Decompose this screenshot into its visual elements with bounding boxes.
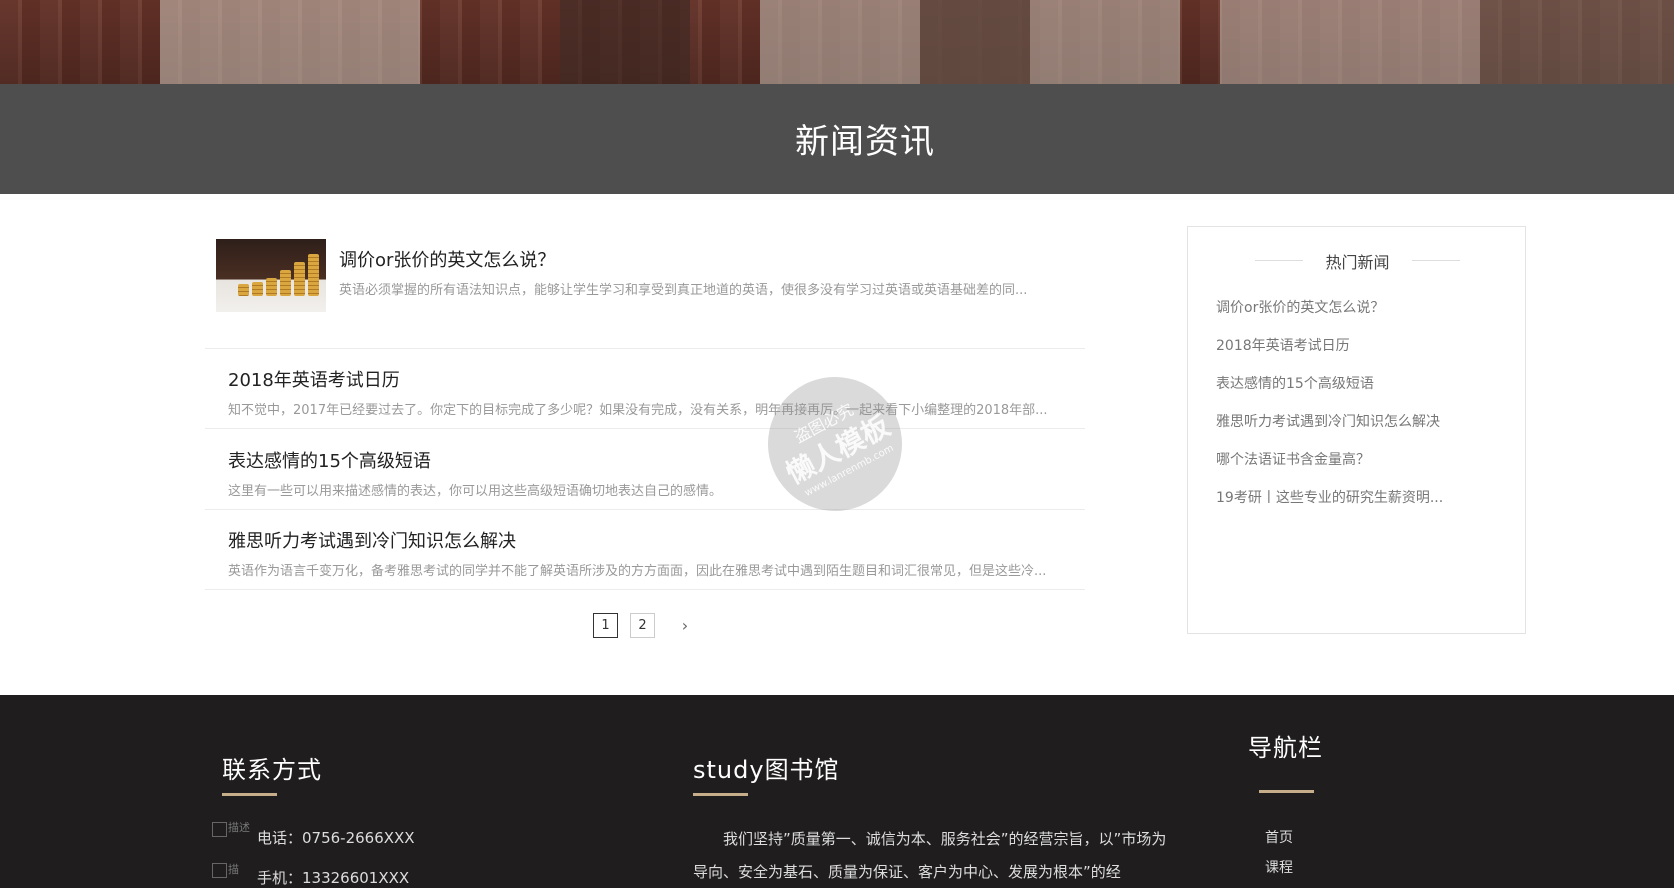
next-page-icon[interactable]: › bbox=[675, 613, 695, 638]
hot-news-item[interactable]: 2018年英语考试日历 bbox=[1216, 333, 1446, 360]
nav-heading: 导航栏 bbox=[1248, 734, 1323, 762]
contact-phone: 电话：0756-2666XXX bbox=[257, 829, 415, 847]
icon-alt-text: 描述 bbox=[228, 821, 250, 834]
heading-underline bbox=[222, 793, 277, 796]
divider bbox=[1412, 260, 1460, 261]
heading-underline bbox=[1259, 790, 1314, 793]
heading-underline bbox=[693, 793, 748, 796]
news-title[interactable]: 表达感情的15个高级短语 bbox=[228, 447, 431, 473]
hot-news-item[interactable]: 调价or张价的英文怎么说？ bbox=[1216, 295, 1446, 322]
news-thumbnail[interactable] bbox=[216, 239, 326, 312]
footer-nav-home[interactable]: 首页 bbox=[1265, 827, 1293, 847]
news-item[interactable]: 表达感情的15个高级短语 这里有一些可以用来描述感情的表达，你可以用这些高级短语… bbox=[205, 429, 1085, 510]
contact-heading: 联系方式 bbox=[222, 756, 322, 784]
hot-news-item[interactable]: 哪个法语证书含金量高？ bbox=[1216, 447, 1446, 474]
news-summary: 这里有一些可以用来描述感情的表达，你可以用这些高级短语确切地表达自己的感情。 bbox=[228, 484, 723, 499]
news-summary: 知不觉中，2017年已经要过去了。你定下的目标完成了多少呢？如果没有完成，没有关… bbox=[228, 403, 1048, 418]
banner-photo bbox=[0, 0, 1674, 84]
hot-news-item[interactable]: 19考研丨这些专业的研究生薪资明... bbox=[1216, 485, 1446, 512]
hot-news-list: 调价or张价的英文怎么说？ 2018年英语考试日历 表达感情的15个高级短语 雅… bbox=[1216, 295, 1446, 523]
page-2-button[interactable]: 2 bbox=[630, 613, 655, 638]
library-intro: 我们坚持”质量第一、诚信为本、服务社会”的经营宗旨，以”市场为导向、安全为基石、… bbox=[693, 830, 1167, 881]
mobile-icon bbox=[212, 863, 227, 878]
contact-mobile: 手机：13326601XXX bbox=[257, 869, 410, 887]
news-summary: 英语必须掌握的所有语法知识点，能够让学生学习和享受到真正地道的英语，使很多没有学… bbox=[339, 283, 1028, 298]
library-heading: study图书馆 bbox=[693, 756, 840, 784]
news-item[interactable]: 雅思听力考试遇到冷门知识怎么解决 英语作为语言千变万化，备考雅思考试的同学并不能… bbox=[205, 509, 1085, 590]
news-title[interactable]: 调价or张价的英文怎么说？ bbox=[339, 246, 555, 272]
news-summary: 英语作为语言千变万化，备考雅思考试的同学并不能了解英语所涉及的方方面面，因此在雅… bbox=[228, 564, 1047, 579]
hot-news-item[interactable]: 雅思听力考试遇到冷门知识怎么解决 bbox=[1216, 409, 1446, 436]
news-item[interactable]: 调价or张价的英文怎么说？ 英语必须掌握的所有语法知识点，能够让学生学习和享受到… bbox=[205, 222, 1085, 349]
page-title: 新闻资讯 bbox=[795, 122, 935, 162]
news-title[interactable]: 2018年英语考试日历 bbox=[228, 366, 400, 392]
page-1-button[interactable]: 1 bbox=[593, 613, 618, 638]
news-title[interactable]: 雅思听力考试遇到冷门知识怎么解决 bbox=[228, 527, 516, 553]
footer: 联系方式 描述 电话：0756-2666XXX 描 手机：13326601XXX… bbox=[0, 695, 1674, 888]
icon-alt-text: 描 bbox=[228, 863, 239, 876]
hot-news-panel: 热门新闻 调价or张价的英文怎么说？ 2018年英语考试日历 表达感情的15个高… bbox=[1187, 226, 1526, 634]
hot-news-title: 热门新闻 bbox=[1325, 253, 1390, 272]
hot-news-item[interactable]: 表达感情的15个高级短语 bbox=[1216, 371, 1446, 398]
footer-nav-courses[interactable]: 课程 bbox=[1265, 857, 1293, 877]
phone-icon bbox=[212, 822, 227, 837]
page-banner: 新闻资讯 bbox=[0, 0, 1674, 194]
news-item[interactable]: 2018年英语考试日历 知不觉中，2017年已经要过去了。你定下的目标完成了多少… bbox=[205, 348, 1085, 429]
